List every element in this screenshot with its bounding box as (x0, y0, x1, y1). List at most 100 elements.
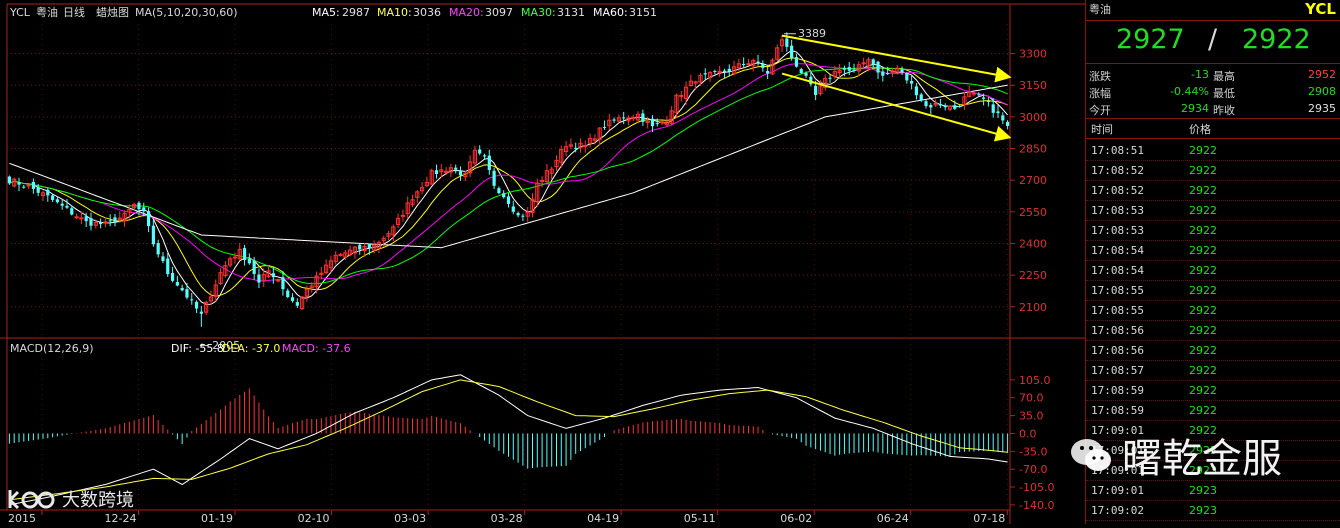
candle-down (65, 205, 69, 208)
tick-price: 2922 (1189, 304, 1217, 317)
tick-header-time: 时间 (1091, 123, 1113, 136)
candle-down (281, 277, 285, 290)
tick-row-divider (1086, 280, 1340, 281)
price-tick-label: 3150 (1019, 79, 1047, 92)
macd-tick-label: 105.0 (1019, 374, 1051, 387)
candle-down (900, 69, 904, 73)
tick-time: 17:08:59 (1091, 404, 1144, 417)
candle-up (74, 216, 79, 219)
tick-row-divider (1086, 320, 1340, 321)
candle-up (717, 70, 722, 73)
candle-down (70, 208, 74, 215)
tick-time: 17:08:57 (1091, 364, 1144, 377)
candle-down (521, 215, 525, 217)
tick-row-divider (1086, 220, 1340, 221)
candle-down (804, 72, 808, 76)
candle-down (454, 167, 458, 170)
candle-down (60, 203, 64, 206)
candle-down (98, 222, 103, 225)
quote-value: 2935 (1308, 102, 1336, 115)
tick-time: 17:08:52 (1091, 164, 1144, 177)
candle-down (185, 289, 189, 298)
candle-down (756, 61, 760, 63)
candle-down (199, 311, 203, 314)
ma-legend-value: 2987 (342, 6, 370, 19)
candle-down (46, 189, 50, 196)
tick-row-divider (1086, 400, 1340, 401)
tick-row-divider (1086, 420, 1340, 421)
candle-down (785, 38, 789, 47)
candle-up (971, 92, 977, 95)
candle-down (257, 274, 261, 283)
quote-label: 昨收 (1213, 104, 1235, 117)
macd-dif-label: DIF: -55.8 (171, 342, 224, 355)
candle-down (502, 193, 506, 198)
candle-up (232, 256, 238, 259)
macd-tick-label: -70.0 (1019, 463, 1047, 476)
candle-down (492, 170, 496, 186)
tick-price: 2923 (1189, 484, 1217, 497)
ma-legend-value: 3131 (557, 6, 585, 19)
quote-value: 2934 (1181, 102, 1209, 115)
watermark-right: 曙乾金服 (1068, 425, 1282, 485)
tick-time: 17:08:59 (1091, 384, 1144, 397)
candle-down (842, 67, 847, 70)
candle-up (276, 279, 281, 282)
brand-logo-icon (8, 490, 55, 510)
date-tick-label: 03-03 (394, 512, 426, 524)
candle-down (161, 256, 165, 262)
candle-down (953, 105, 957, 109)
quote-value: 2952 (1308, 68, 1336, 81)
candle-down (290, 297, 295, 301)
candle-down (996, 111, 1000, 114)
macd-value-label: MACD: -37.6 (282, 342, 351, 355)
chart-style: 蜡烛图 (96, 6, 129, 19)
tick-price: 2922 (1189, 204, 1217, 217)
candle-down (727, 68, 731, 72)
tick-row-divider (1086, 180, 1340, 181)
tick-row-divider (1086, 200, 1340, 201)
candle-down (650, 118, 655, 127)
chart-period: 日线 (63, 5, 85, 19)
tick-row-divider (1086, 160, 1340, 161)
candle-down (190, 299, 194, 301)
candle-up (539, 179, 545, 182)
candle-down (742, 64, 746, 66)
quote-value: -0.44% (1170, 85, 1209, 98)
candle-down (602, 127, 607, 129)
candle-down (506, 196, 511, 204)
watermark-right-text: 曙乾金服 (1122, 436, 1282, 482)
price-tick-label: 2850 (1019, 143, 1047, 156)
date-tick-label: 02-10 (298, 512, 330, 524)
tick-price: 2922 (1189, 344, 1217, 357)
candle-down (367, 244, 371, 249)
candle-down (886, 73, 890, 75)
ma-legend-label: MA5: (312, 6, 340, 19)
price-tick-label: 2100 (1019, 301, 1047, 314)
candle-up (645, 120, 650, 123)
candle-down (252, 260, 256, 275)
date-tick-label: 01-19 (201, 512, 233, 524)
candle-down (703, 73, 707, 75)
candle-down (881, 71, 885, 76)
candle-down (982, 97, 986, 99)
candle-up (659, 121, 665, 124)
candle-down (905, 73, 909, 81)
candle-down (242, 248, 247, 261)
tick-time: 17:09:02 (1091, 504, 1144, 517)
macd-tick-label: 0.0 (1019, 427, 1037, 440)
macd-tick-label: 35.0 (1019, 410, 1044, 423)
candle-down (194, 301, 199, 309)
candle-down (166, 258, 170, 275)
candle-down (286, 290, 290, 298)
tick-row-divider (1086, 340, 1340, 341)
tick-price: 2922 (1189, 384, 1217, 397)
quote-name: 粤油 (1089, 3, 1111, 16)
macd-tick-label: 70.0 (1019, 392, 1044, 405)
tick-time: 17:08:53 (1091, 224, 1144, 237)
candle-up (26, 184, 31, 187)
candle-down (929, 104, 933, 108)
candle-down (814, 85, 818, 95)
tick-time: 17:09:01 (1091, 484, 1144, 497)
candle-down (7, 176, 11, 184)
